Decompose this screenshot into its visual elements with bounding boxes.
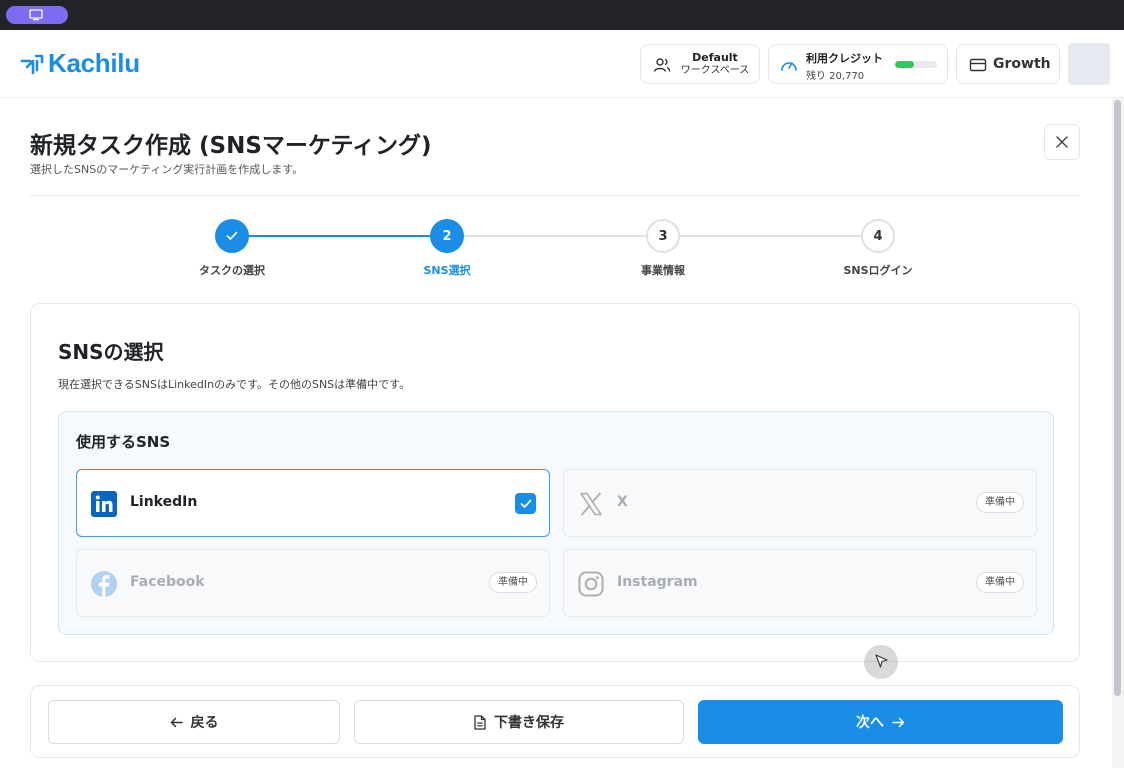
x-icon: [580, 492, 602, 516]
sns-option-linkedin[interactable]: LinkedIn: [76, 469, 550, 537]
page-title: 新規タスク作成 (SNSマーケティング): [30, 133, 432, 159]
next-button[interactable]: 次へ: [698, 700, 1063, 744]
avatar[interactable]: [1068, 43, 1110, 85]
sns-selection-card: SNSの選択 現在選択できるSNSはLinkedInのみです。その他のSNSは準…: [30, 303, 1080, 662]
step-1-circle: [215, 219, 249, 253]
divider: [30, 195, 1080, 196]
credit-remaining: 残り 20,770: [806, 71, 865, 82]
next-button-label: 次へ: [856, 715, 884, 731]
close-button[interactable]: [1044, 124, 1080, 160]
page: Kachilu Default ワークスペース 利用クレジット 残り 20,77…: [0, 30, 1124, 768]
check-icon: [520, 499, 531, 508]
step-connector: [248, 235, 432, 237]
section-title: SNSの選択: [58, 340, 164, 364]
credit-progress-fill: [895, 61, 914, 68]
workspace-button[interactable]: Default ワークスペース: [640, 44, 760, 84]
sns-name: Facebook: [130, 574, 205, 590]
pointer-icon: [875, 654, 888, 668]
step-3-circle: 3: [646, 219, 680, 253]
step-1-label: タスクの選択: [199, 264, 265, 277]
plan-label: Growth: [993, 56, 1051, 72]
back-button-label: 戻る: [190, 715, 219, 731]
scrollbar-thumb[interactable]: [1114, 100, 1121, 696]
workspace-name: Default: [692, 51, 738, 64]
logo-icon: [20, 54, 44, 74]
window-titlebar: [0, 0, 1124, 30]
screen-icon: [29, 9, 43, 21]
arrow-left-icon: [170, 717, 183, 727]
step-connector: [464, 235, 648, 237]
sns-option-facebook: Facebook 準備中: [76, 549, 550, 617]
close-icon: [1056, 136, 1068, 148]
step-2-circle: 2: [430, 219, 464, 253]
credit-button[interactable]: 利用クレジット 残り 20,770: [768, 44, 948, 84]
app-header: Kachilu Default ワークスペース 利用クレジット 残り 20,77…: [0, 30, 1124, 98]
page-subtitle: 選択したSNSのマーケティング実行計画を作成します。: [30, 163, 304, 176]
credit-progress: [895, 61, 937, 68]
linkedin-icon: [91, 491, 117, 517]
gauge-icon: [781, 62, 797, 71]
credit-title: 利用クレジット: [806, 52, 883, 65]
document-icon: [474, 714, 486, 730]
footer-actions: 戻る 下書き保存 次へ: [30, 685, 1080, 758]
window-indicator[interactable]: [6, 6, 68, 24]
step-3-label: 事業情報: [641, 264, 685, 277]
coming-soon-badge: 準備中: [976, 572, 1024, 593]
workspace-label: ワークスペース: [680, 65, 750, 76]
arrow-right-icon: [892, 717, 905, 727]
stepper: 2 3 4 タスクの選択 SNS選択 事業情報 SNSログイン: [0, 218, 1124, 278]
step-2-label: SNS選択: [423, 264, 471, 277]
sns-option-instagram: Instagram 準備中: [563, 549, 1037, 617]
checkbox-checked[interactable]: [515, 493, 536, 514]
step-4-label: SNSログイン: [843, 264, 913, 277]
save-draft-button[interactable]: 下書き保存: [354, 700, 684, 744]
save-draft-label: 下書き保存: [494, 715, 564, 731]
step-connector: [680, 235, 864, 237]
logo[interactable]: Kachilu: [20, 48, 140, 79]
sns-name: X: [617, 494, 628, 510]
section-description: 現在選択できるSNSはLinkedInのみです。その他のSNSは準備中です。: [58, 378, 411, 391]
plan-button[interactable]: Growth: [956, 44, 1060, 84]
step-4-circle: 4: [861, 219, 895, 253]
sns-name: Instagram: [617, 574, 698, 590]
coming-soon-badge: 準備中: [489, 572, 537, 593]
back-button[interactable]: 戻る: [48, 700, 340, 744]
logo-text: Kachilu: [48, 48, 140, 78]
scrollbar[interactable]: [1112, 98, 1124, 768]
sns-option-x: X 準備中: [563, 469, 1037, 537]
group-title: 使用するSNS: [76, 433, 171, 451]
sns-name: LinkedIn: [130, 494, 198, 510]
check-icon: [226, 231, 238, 240]
instagram-icon: [578, 571, 604, 597]
coming-soon-badge: 準備中: [976, 492, 1024, 513]
facebook-icon: [91, 571, 117, 597]
sns-options-group: 使用するSNS LinkedIn X 準備中 Facebook 準備中 Inst…: [58, 411, 1054, 635]
credit-card-icon: [969, 58, 987, 72]
users-icon: [653, 58, 671, 72]
mouse-cursor: [864, 645, 898, 679]
